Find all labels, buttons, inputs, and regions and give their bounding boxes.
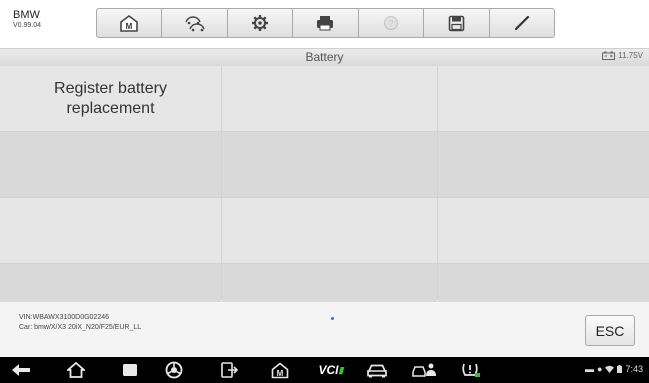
svg-text:?: ? xyxy=(388,19,393,29)
nav-back-button[interactable] xyxy=(8,359,34,381)
settings-gear-icon xyxy=(252,15,269,31)
home-button[interactable]: M xyxy=(96,8,163,38)
toolbar-button-group: M ? xyxy=(96,8,555,38)
function-tile xyxy=(438,264,649,303)
top-toolbar: BMW V0.99.04 M ? xyxy=(0,0,649,45)
settings-button[interactable] xyxy=(227,8,294,38)
battery-level-icon xyxy=(617,365,623,373)
battery-icon xyxy=(602,51,616,60)
function-tile xyxy=(222,264,437,303)
function-tile xyxy=(222,198,437,263)
recent-apps-icon xyxy=(123,364,137,376)
function-tile xyxy=(222,132,437,197)
svg-text:M: M xyxy=(277,369,284,378)
vehicle-swap-button[interactable] xyxy=(162,8,228,38)
car-path-text: Car: bmw/X/X3 20iX_N20/F25/EUR_LL xyxy=(19,324,142,331)
remote-support-icon xyxy=(412,363,436,377)
vci-connected-icon: ▮ xyxy=(338,364,344,375)
print-button[interactable] xyxy=(293,8,359,38)
notification-icon: ● xyxy=(597,364,603,374)
page-title: Battery xyxy=(305,50,344,64)
system-navbar: M VCI ▮ ▬ ● 7:43 xyxy=(0,357,649,383)
vin-text: VIN:WBAWX3100D0G02246 xyxy=(19,314,110,321)
nav-recent-apps-button[interactable] xyxy=(117,359,143,381)
pen-icon xyxy=(514,15,529,31)
screen-switch-icon xyxy=(221,362,239,378)
function-tile xyxy=(438,198,649,263)
function-tile xyxy=(0,132,221,197)
browser-icon xyxy=(165,361,183,379)
nav-browser-button[interactable] xyxy=(161,359,187,381)
nav-home-button[interactable] xyxy=(63,359,89,381)
vci-label: VCI xyxy=(318,363,339,377)
back-arrow-icon xyxy=(12,364,30,376)
battery-voltage: 11.75V xyxy=(602,51,643,60)
save-button[interactable] xyxy=(424,8,490,38)
function-grid: Register battery replacement xyxy=(0,66,649,303)
help-button[interactable]: ? xyxy=(358,8,425,38)
function-tile xyxy=(0,264,221,303)
help-icon: ? xyxy=(383,15,398,31)
function-tile xyxy=(438,132,649,197)
save-icon xyxy=(448,15,465,31)
page-indicator xyxy=(331,317,334,320)
brand-block: BMW V0.99.04 xyxy=(13,9,41,31)
car-icon xyxy=(367,364,387,378)
function-tile xyxy=(438,66,649,131)
vehicle-info: VIN:WBAWX3100D0G02246 Car: bmw/X/X3 20iX… xyxy=(19,313,141,333)
svg-text:M: M xyxy=(126,22,133,31)
clock: 7:43 xyxy=(625,364,643,374)
esc-button[interactable]: ESC xyxy=(585,315,635,346)
diagnostics-home-icon: M xyxy=(271,361,289,378)
voltage-value: 11.75V xyxy=(618,51,643,60)
vehicle-swap-icon xyxy=(184,16,205,32)
chat-icon: ▬ xyxy=(585,364,595,374)
nav-car-button[interactable] xyxy=(364,359,390,381)
tpms-warning-icon xyxy=(462,363,480,377)
home-icon: M xyxy=(120,15,139,32)
status-tray: ▬ ● 7:43 xyxy=(585,364,643,374)
software-version: V0.99.04 xyxy=(13,22,42,29)
nav-vci-button[interactable]: VCI ▮ xyxy=(314,359,348,381)
nav-screen-switch-button[interactable] xyxy=(217,359,243,381)
android-home-icon xyxy=(67,362,85,378)
brand-name: BMW xyxy=(13,9,40,21)
pen-button[interactable] xyxy=(489,8,555,38)
wifi-icon xyxy=(605,365,615,373)
info-footer: VIN:WBAWX3100D0G02246 Car: bmw/X/X3 20iX… xyxy=(0,301,649,357)
page-title-bar: Battery 11.75V xyxy=(0,48,649,67)
nav-tpms-button[interactable] xyxy=(458,359,484,381)
function-tile xyxy=(0,198,221,263)
function-tile[interactable]: Register battery replacement xyxy=(0,66,221,131)
print-icon xyxy=(317,16,334,31)
nav-diagnostics-home-button[interactable]: M xyxy=(267,359,293,381)
function-tile xyxy=(222,66,437,131)
nav-remote-support-button[interactable] xyxy=(410,359,440,381)
